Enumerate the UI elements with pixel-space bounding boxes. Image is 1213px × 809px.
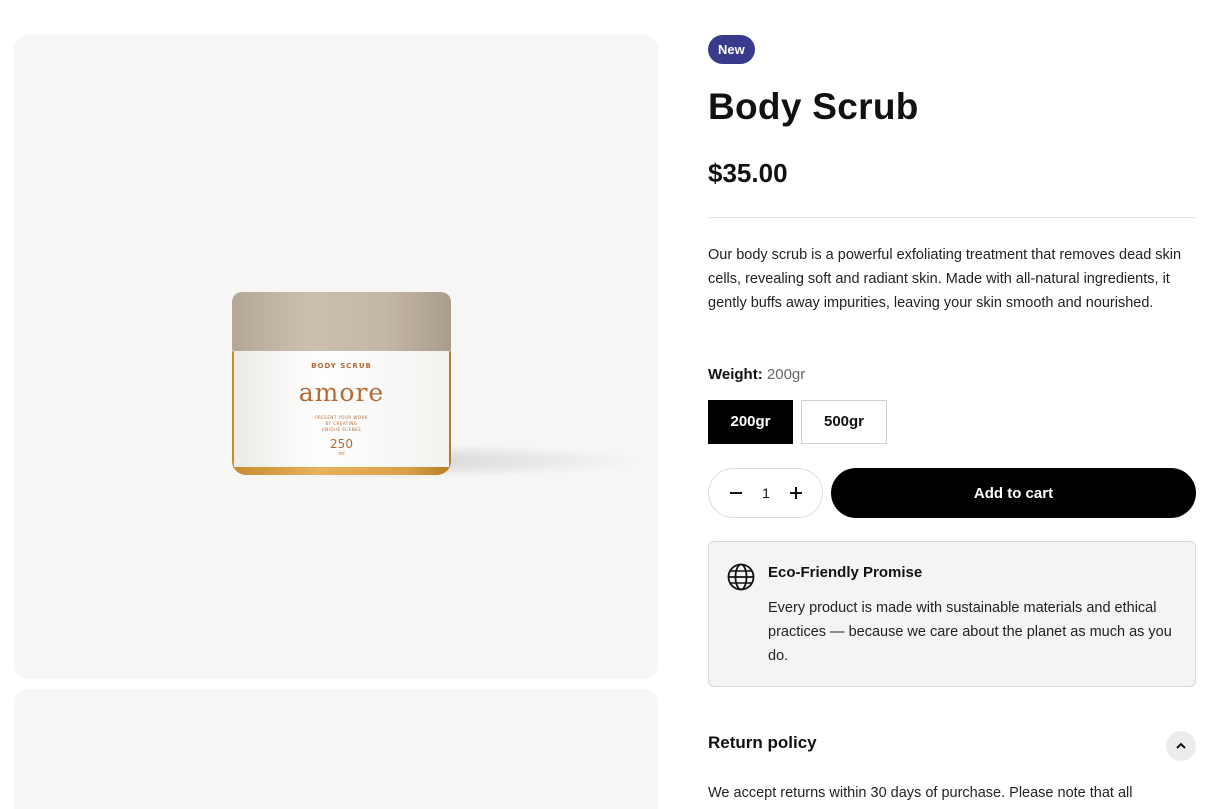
weight-option-500gr[interactable]: 500gr xyxy=(801,400,887,444)
promise-text: Every product is made with sustainable m… xyxy=(768,600,1172,664)
divider xyxy=(708,217,1196,218)
quantity-increase-button[interactable] xyxy=(784,481,808,505)
jar-label: BODY SCRUB amore PRESENT YOUR WORK BY CR… xyxy=(234,351,449,467)
product-title: Body Scrub xyxy=(708,86,919,127)
weight-option-200gr[interactable]: 200gr xyxy=(708,400,793,444)
quantity-decrease-button[interactable] xyxy=(724,481,748,505)
product-price: $35.00 xyxy=(708,158,788,188)
return-policy-toggle[interactable] xyxy=(1166,731,1196,761)
new-badge: New xyxy=(708,35,755,64)
jar-label-unit: ml xyxy=(338,451,345,457)
promise-title: Eco-Friendly Promise xyxy=(768,564,923,581)
quantity-input[interactable] xyxy=(754,481,778,505)
return-policy-title[interactable]: Return policy xyxy=(708,733,817,753)
product-image-main[interactable]: BODY SCRUB amore PRESENT YOUR WORK BY CR… xyxy=(14,35,658,679)
chevron-up-icon xyxy=(1176,742,1186,749)
jar-label-brand: amore xyxy=(298,378,385,407)
eco-promise-card: Eco-Friendly Promise Every product is ma… xyxy=(708,541,1196,687)
product-jar-image: BODY SCRUB amore PRESENT YOUR WORK BY CR… xyxy=(218,257,451,481)
product-description: Our body scrub is a powerful exfoliating… xyxy=(708,247,1182,311)
return-policy-text: We accept returns within 30 days of purc… xyxy=(708,785,1133,801)
jar-lid xyxy=(232,292,451,354)
weight-selected-value: 200gr xyxy=(766,366,806,383)
plus-icon xyxy=(790,487,802,499)
weight-selector-label: Weight: 200gr xyxy=(708,364,805,386)
jar-label-title: BODY SCRUB xyxy=(311,362,372,370)
quantity-stepper xyxy=(708,468,823,518)
weight-label: Weight: xyxy=(708,366,763,383)
jar-label-tagline: PRESENT YOUR WORK BY CREATING UNIQUE SCE… xyxy=(315,415,368,432)
add-to-cart-button[interactable]: Add to cart xyxy=(831,468,1196,518)
jar-label-volume: 250 xyxy=(330,437,353,451)
globe-icon xyxy=(727,563,755,591)
product-image-secondary[interactable] xyxy=(14,689,658,809)
minus-icon xyxy=(730,492,742,494)
